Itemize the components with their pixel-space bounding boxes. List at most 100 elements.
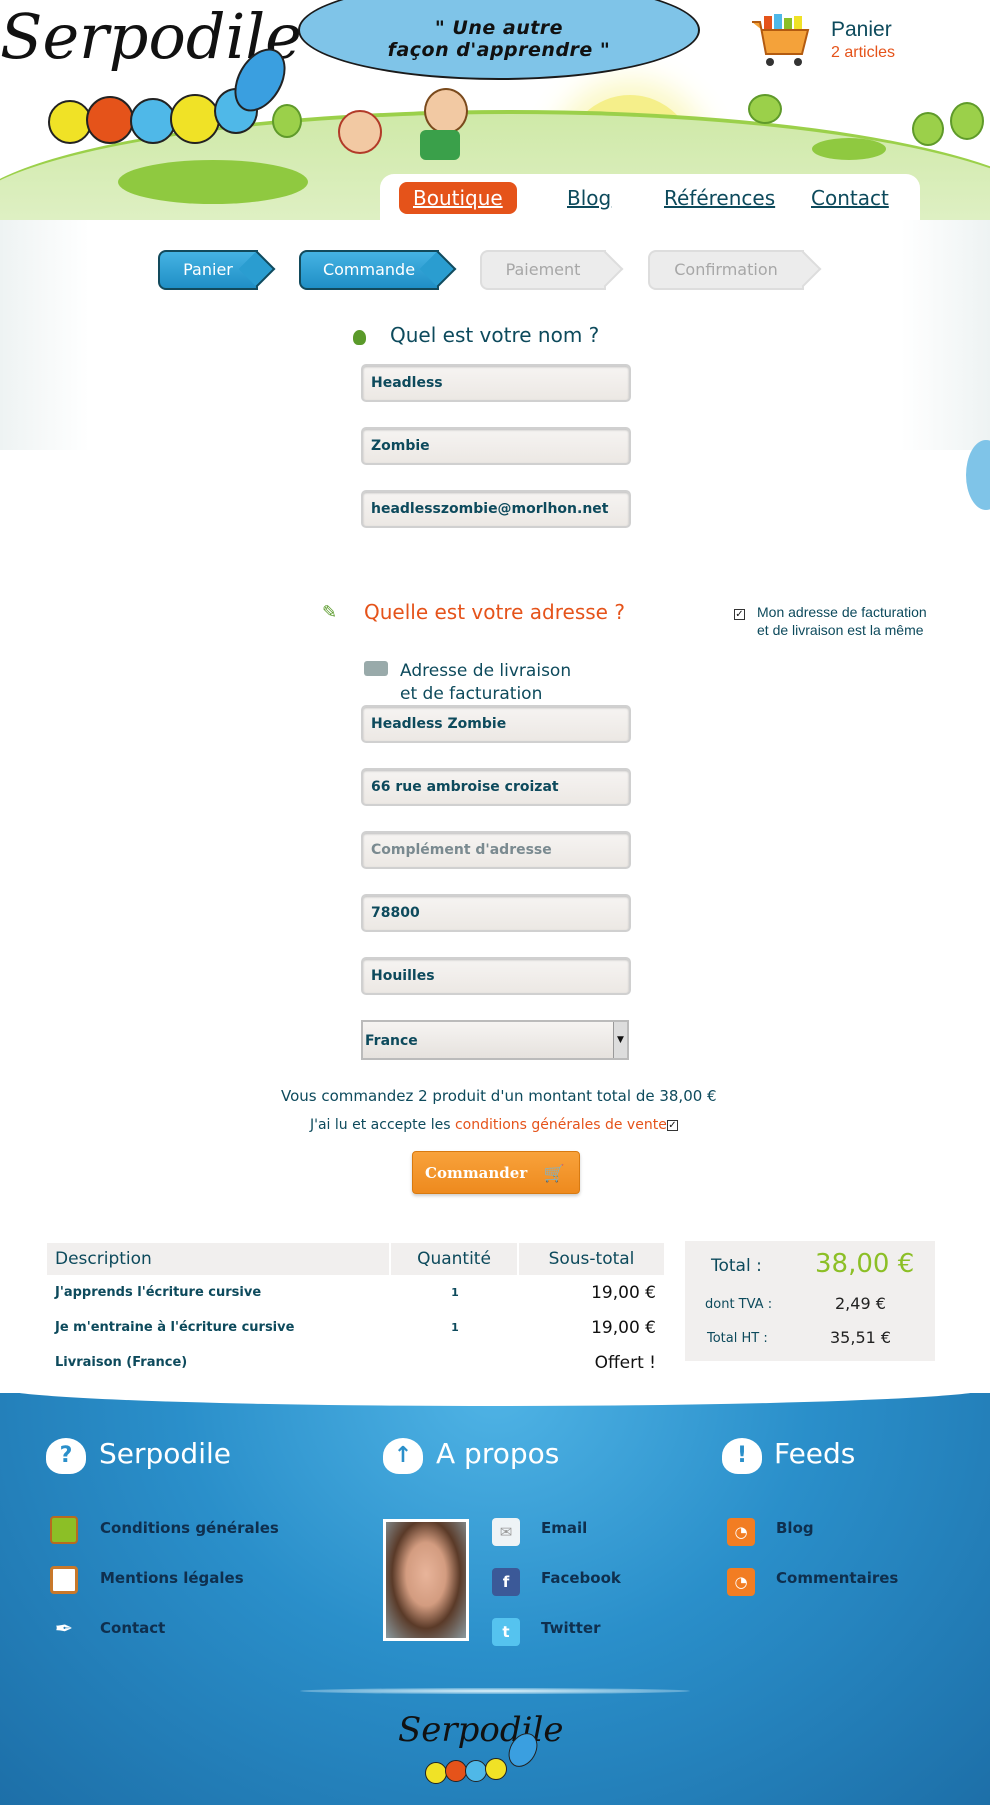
alert-cloud-icon: ! [722,1438,762,1474]
site-header: Serpodile " Une autre façon d'apprendre … [0,0,990,225]
street-input[interactable] [361,768,631,806]
step-confirmation: Confirmation [648,250,822,290]
rss-icon: ◔ [727,1518,755,1546]
rss-icon: ◔ [727,1568,755,1596]
order-button-label: Commander [425,1163,528,1182]
country-select[interactable]: France ▼ [361,1020,629,1060]
cart-title: Panier [831,18,892,41]
question-cloud-icon: ? [46,1438,86,1474]
country-value: France [365,1033,418,1049]
same-address-label-line2: et de livraison est la même [757,622,924,638]
clipboard-icon [50,1566,78,1594]
caterpillar-segment [445,1760,467,1782]
address-subtitle-line1: Adresse de livraison [400,661,572,681]
pencil-icon: ✎ [322,602,338,623]
total-value: 38,00 € [815,1249,915,1279]
nav-item-blog[interactable]: Blog [567,182,611,214]
girl-illustration [338,110,382,154]
footer-link-twitter[interactable]: Twitter [541,1619,601,1637]
column-header-description: Description [47,1243,391,1275]
tree-decoration [912,112,944,146]
same-address-label: Mon adresse de facturation et de livrais… [757,603,927,639]
row-description: Je m'entraine à l'écriture cursive [55,1320,295,1335]
cgv-checkbox[interactable]: ✓ [667,1120,678,1131]
ht-value: 35,51 € [830,1328,892,1347]
ht-label: Total HT : [707,1331,768,1346]
footer-link-facebook[interactable]: Facebook [541,1569,621,1587]
step-label: Paiement [505,260,581,279]
row-description: J'apprends l'écriture cursive [55,1285,262,1300]
step-label: Panier [183,260,233,279]
caterpillar-segment [86,96,134,144]
bush-decoration [812,138,886,160]
envelope-icon: ✉ [492,1518,520,1546]
table-row: Je m'entraine à l'écriture cursive 1 19,… [47,1310,664,1345]
facebook-icon: f [492,1568,520,1596]
address-section-title: Quelle est votre adresse ? [364,600,625,624]
postcode-input[interactable] [361,894,631,932]
footer-link-comments[interactable]: Commentaires [776,1569,898,1587]
cgv-line: J'ai lu et accepte les conditions généra… [310,1117,667,1133]
table-row: Livraison (France) Offert ! [47,1345,664,1380]
footer-link-mentions[interactable]: Mentions légales [100,1569,244,1587]
twitter-icon: t [492,1618,520,1646]
row-subtotal: 19,00 € [591,1282,656,1303]
footer-col2-title: A propos [436,1437,560,1470]
order-table: Description Quantité Sous-total J'appren… [47,1243,664,1380]
nav-item-boutique[interactable]: Boutique [399,182,517,214]
footer-logo-text: Serpodile [398,1710,564,1750]
same-address-label-line1: Mon adresse de facturation [757,604,927,620]
footer-link-blog[interactable]: Blog [776,1519,814,1537]
author-photo [383,1519,469,1641]
order-summary-text: Vous commandez 2 produit d'un montant to… [281,1087,717,1105]
address-complement-input[interactable] [361,831,631,869]
tree-decoration [748,94,782,124]
address-subtitle: Adresse de livraison et de facturation [400,660,571,706]
column-header-quantity: Quantité [391,1243,519,1275]
total-label: Total : [711,1256,762,1276]
step-panier[interactable]: Panier [158,250,276,290]
boy-illustration [424,88,468,134]
step-paiement: Paiement [480,250,624,290]
order-button[interactable]: Commander 🛒 [412,1151,580,1194]
footer-link-contact[interactable]: Contact [100,1619,165,1637]
cart-count: 2 articles [831,44,896,61]
row-description: Livraison (France) [55,1355,188,1370]
step-label: Commande [322,260,416,279]
truck-icon [364,661,388,676]
name-section-title: Quel est votre nom ? [390,323,600,347]
caterpillar-segment [465,1760,487,1782]
person-icon [353,330,366,345]
chevron-down-icon[interactable]: ▼ [613,1022,627,1058]
first-name-input[interactable] [361,364,631,402]
row-subtotal: 19,00 € [591,1317,656,1338]
footer-divider [300,1688,690,1694]
row-quantity [391,1345,519,1380]
table-header-row: Description Quantité Sous-total [47,1243,664,1275]
nav-item-contact[interactable]: Contact [811,182,889,214]
row-subtotal: Offert ! [594,1352,656,1373]
cloud-decoration [966,440,990,510]
footer-link-conditions[interactable]: Conditions générales [100,1519,279,1537]
book-icon [50,1516,78,1544]
tva-value: 2,49 € [835,1294,886,1313]
full-name-input[interactable] [361,705,631,743]
main-nav: Boutique Blog Références Contact [380,174,920,220]
cgv-link[interactable]: conditions générales de vente [455,1117,667,1133]
footer-col1-title: Serpodile [99,1437,231,1470]
email-input[interactable] [361,490,631,528]
caterpillar-segment [485,1758,507,1780]
tree-decoration [950,102,984,140]
step-commande[interactable]: Commande [299,250,457,290]
same-address-checkbox[interactable]: ✓ [734,609,745,620]
city-input[interactable] [361,957,631,995]
footer-link-email[interactable]: Email [541,1519,587,1537]
last-name-input[interactable] [361,427,631,465]
caterpillar-segment [170,94,220,144]
tagline-bubble: " Une autre façon d'apprendre " [298,0,700,80]
tva-label: dont TVA : [705,1297,773,1312]
tagline-text: " Une autre façon d'apprendre " [387,17,611,61]
shopping-cart-icon [752,14,810,66]
upload-cloud-icon: ↑ [383,1438,423,1474]
nav-item-references[interactable]: Références [664,182,775,214]
